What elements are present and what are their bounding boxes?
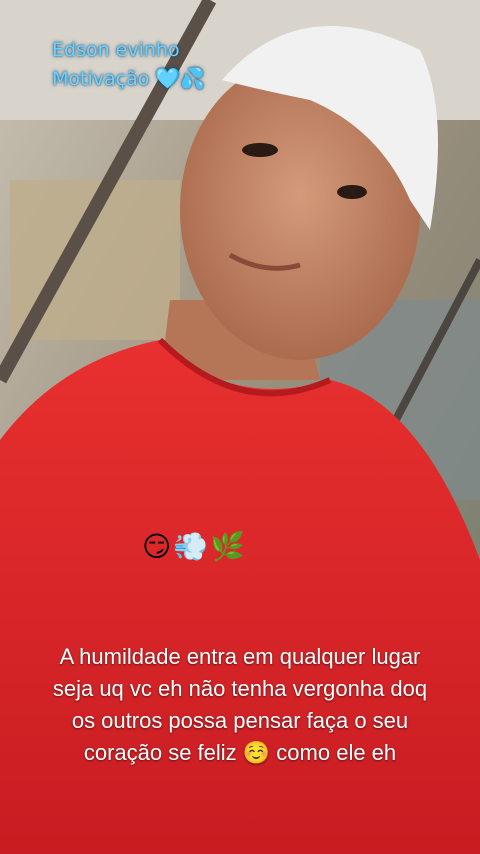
overlay-title: Edson evinho Motivação 🩵💦 xyxy=(52,36,252,93)
overlay-name: Edson evinho xyxy=(52,39,180,61)
caption-line: A humildade entra em qualquer lugar xyxy=(59,644,421,669)
overlay-motivation-label: Motivação xyxy=(52,68,150,90)
right-eye xyxy=(337,185,367,199)
caption-line: os outros possa pensar faça o seu xyxy=(71,708,409,733)
overlay-motivation: Motivação 🩵💦 xyxy=(52,64,252,93)
caption-line: seja uq vc eh não tenha vergonha doq xyxy=(52,676,428,701)
left-eye xyxy=(242,143,278,157)
story-view: Edson evinho Motivação 🩵💦 😏💨🌿 A humildad… xyxy=(0,0,480,854)
emoji-sticker-row: 😏💨🌿 xyxy=(142,530,247,563)
caption-line: coração se feliz ☺️ como ele eh xyxy=(83,740,397,765)
story-caption: A humildade entra em qualquer lugar seja… xyxy=(40,641,440,769)
heart-droplets-emoji: 🩵💦 xyxy=(155,66,206,90)
